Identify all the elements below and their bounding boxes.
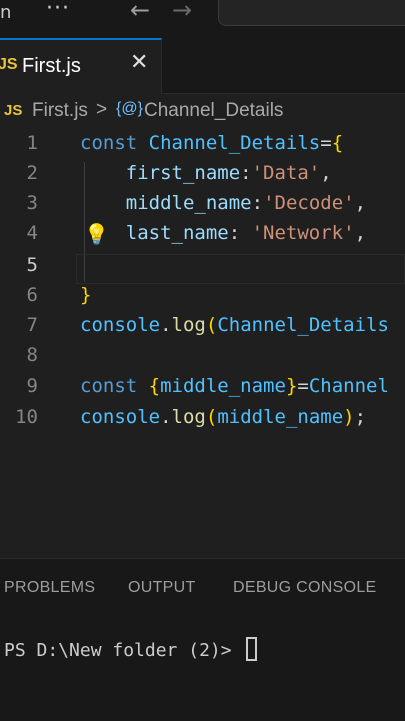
- code-line[interactable]: 3 middle_name:'Decode',: [0, 190, 405, 220]
- keyword: const: [80, 375, 138, 397]
- punctuation: :: [228, 222, 252, 244]
- function-name: log: [171, 406, 206, 428]
- line-number: 2: [26, 162, 38, 184]
- breadcrumb-symbol[interactable]: Channel_Details: [144, 100, 283, 122]
- line-number: 8: [26, 344, 38, 366]
- back-arrow-icon[interactable]: ←: [130, 0, 150, 24]
- property: middle_name: [125, 192, 252, 214]
- brace: }: [80, 284, 92, 306]
- identifier: Channel_Details: [148, 132, 321, 154]
- code-line[interactable]: 10 console.log(middle_name);: [0, 404, 405, 434]
- tab-problems[interactable]: PROBLEMS: [4, 579, 95, 597]
- punctuation: ,: [354, 192, 367, 214]
- function-name: log: [171, 314, 206, 336]
- code-line[interactable]: 2 first_name:'Data',: [0, 160, 405, 190]
- punctuation: ,: [320, 162, 332, 184]
- property: first_name: [125, 162, 241, 184]
- brace: {: [331, 132, 344, 154]
- line-number: 9: [26, 375, 38, 397]
- code-editor[interactable]: 1 const Channel_Details={ 2 first_name:'…: [0, 128, 405, 558]
- terminal-prompt: PS D:\New folder (2)>: [4, 640, 243, 661]
- breadcrumb-file[interactable]: First.js: [32, 100, 88, 122]
- string: 'Data': [251, 162, 321, 184]
- variable-symbol-icon: {@}: [116, 100, 143, 117]
- title-bar: n ··· ← →: [0, 0, 405, 38]
- identifier: Channel_Details: [217, 314, 389, 336]
- javascript-file-icon: JS: [0, 56, 18, 73]
- line-number: 6: [26, 284, 38, 306]
- punctuation: :: [240, 162, 252, 184]
- brace: }: [285, 375, 298, 397]
- punctuation: ,: [354, 222, 367, 244]
- menu-label[interactable]: n: [0, 2, 11, 23]
- close-icon[interactable]: ✕: [130, 50, 148, 75]
- identifier: console: [80, 314, 161, 336]
- tab-debug-console[interactable]: DEBUG CONSOLE: [233, 579, 377, 597]
- tab-first-js[interactable]: JS First.js ✕: [0, 38, 162, 94]
- identifier: Channel: [308, 375, 389, 397]
- line-number: 3: [26, 192, 38, 214]
- punctuation: :: [251, 192, 264, 214]
- keyword: const: [80, 132, 138, 154]
- code-line[interactable]: 8: [0, 342, 405, 372]
- code-line-active[interactable]: 5: [0, 252, 405, 282]
- line-number: 10: [15, 406, 38, 428]
- code-line[interactable]: 4 last_name: 'Network',: [0, 220, 405, 250]
- line-number: 5: [26, 254, 38, 276]
- punctuation: ;: [354, 406, 367, 428]
- line-number: 4: [26, 222, 38, 244]
- tab-label: First.js: [22, 55, 81, 77]
- identifier: middle_name: [160, 375, 286, 397]
- bottom-panel: PROBLEMS OUTPUT DEBUG CONSOLE PS D:\New …: [0, 558, 405, 721]
- terminal[interactable]: PS D:\New folder (2)>: [4, 637, 258, 661]
- command-center-search[interactable]: [218, 0, 405, 26]
- paren: (: [205, 314, 218, 336]
- javascript-file-icon: JS: [4, 102, 23, 119]
- paren: (: [205, 406, 218, 428]
- punctuation: .: [160, 406, 172, 428]
- paren: ): [343, 406, 355, 428]
- operator: =: [320, 132, 332, 154]
- line-number: 1: [26, 132, 38, 154]
- operator: =: [297, 375, 309, 397]
- punctuation: .: [160, 314, 172, 336]
- brace: {: [148, 375, 161, 397]
- code-line[interactable]: 7 console.log(Channel_Details: [0, 312, 405, 342]
- editor-tab-bar: JS First.js ✕: [0, 38, 405, 94]
- tab-output[interactable]: OUTPUT: [128, 579, 196, 597]
- string: 'Network': [251, 222, 355, 244]
- line-number: 7: [26, 314, 38, 336]
- code-line[interactable]: 9 const {middle_name}=Channel: [0, 373, 405, 403]
- lightbulb-icon[interactable]: 💡: [84, 222, 109, 246]
- identifier: middle_name: [217, 406, 344, 428]
- code-line[interactable]: 6 }: [0, 282, 405, 312]
- string: 'Decode': [263, 192, 355, 214]
- more-icon[interactable]: ···: [46, 0, 70, 21]
- property: last_name: [125, 222, 229, 244]
- identifier: console: [80, 406, 161, 428]
- terminal-cursor: [246, 637, 258, 661]
- chevron-right-icon: >: [96, 99, 108, 120]
- breadcrumb: JS First.js > {@} Channel_Details: [0, 96, 405, 126]
- forward-arrow-icon[interactable]: →: [172, 0, 192, 24]
- code-line[interactable]: 1 const Channel_Details={: [0, 130, 405, 160]
